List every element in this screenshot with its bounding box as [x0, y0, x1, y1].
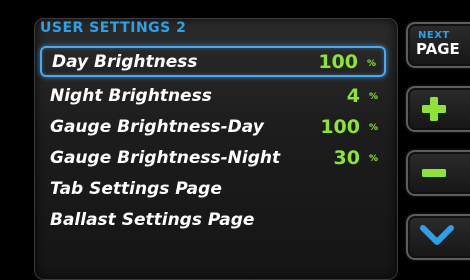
setting-row-day-brightness[interactable]: Day Brightness 100 % [40, 46, 386, 77]
page-label: PAGE [416, 40, 460, 58]
setting-unit: % [368, 123, 378, 133]
setting-value: 30 [333, 147, 360, 169]
page-title: USER SETTINGS 2 [40, 20, 187, 36]
settings-list: Day Brightness 100 % Night Brightness 4 … [40, 46, 386, 236]
setting-value: 100 [320, 116, 360, 138]
setting-row-gauge-brightness-night[interactable]: Gauge Brightness-Night 30 % [40, 143, 386, 173]
increase-button[interactable] [406, 86, 470, 132]
setting-row-gauge-brightness-day[interactable]: Gauge Brightness-Day 100 % [40, 112, 386, 142]
setting-unit: % [368, 154, 378, 164]
setting-row-tab-settings-page[interactable]: Tab Settings Page [40, 174, 386, 204]
setting-unit: % [366, 59, 376, 69]
scroll-down-button[interactable] [406, 214, 470, 260]
setting-value: 4 [346, 85, 360, 107]
setting-label: Day Brightness [52, 51, 198, 72]
setting-label: Ballast Settings Page [50, 210, 255, 230]
chevron-down-icon [420, 223, 454, 251]
setting-row-ballast-settings-page[interactable]: Ballast Settings Page [40, 205, 386, 235]
setting-unit: % [368, 92, 378, 102]
setting-row-night-brightness[interactable]: Night Brightness 4 % [40, 81, 386, 111]
setting-label: Night Brightness [50, 86, 212, 106]
decrease-button[interactable] [406, 150, 470, 196]
next-page-button[interactable]: NEXT PAGE [406, 22, 470, 68]
setting-label: Gauge Brightness-Day [50, 117, 264, 137]
minus-icon [420, 159, 448, 191]
setting-label: Tab Settings Page [50, 179, 222, 199]
setting-value: 100 [318, 50, 358, 73]
plus-icon [420, 95, 448, 127]
setting-label: Gauge Brightness-Night [50, 148, 281, 168]
